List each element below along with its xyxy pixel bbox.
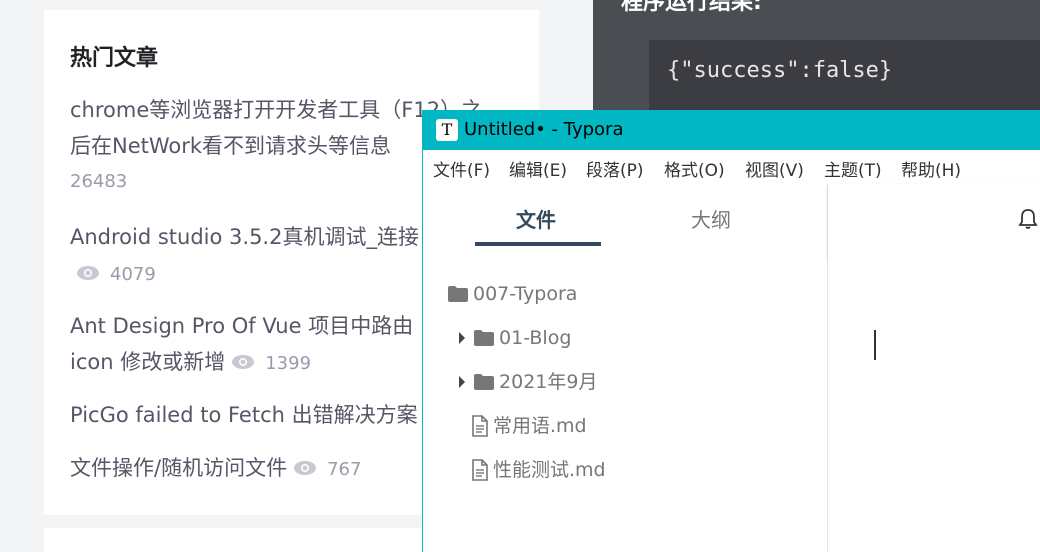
tree-label: 常用语.md bbox=[493, 414, 587, 437]
menu-paragraph[interactable]: 段落(P) bbox=[586, 156, 644, 181]
article-title-line[interactable]: icon 修改或新增 bbox=[70, 350, 225, 374]
title-bar[interactable]: T Untitled• - Typora bbox=[423, 110, 1040, 150]
file-icon bbox=[471, 414, 489, 437]
view-count: 767 bbox=[327, 459, 362, 480]
tree-label: 01-Blog bbox=[499, 326, 572, 349]
article-title-line[interactable]: 文件操作/随机访问文件 bbox=[70, 456, 287, 480]
code-result-panel: 程序运行结果: {"success":false} bbox=[593, 0, 1040, 110]
menu-bar: 文件(F) 编辑(E) 段落(P) 格式(O) 视图(V) 主题(T) 帮助(H… bbox=[423, 150, 1040, 184]
hot-articles-title: 热门文章 bbox=[70, 46, 159, 71]
tree-label: 007-Typora bbox=[473, 282, 578, 305]
tree-label: 性能测试.md bbox=[493, 458, 606, 481]
code-text: {"success":false} bbox=[667, 58, 893, 83]
caret-right-icon bbox=[457, 370, 467, 392]
eye-icon bbox=[76, 256, 100, 292]
tree-folder-root[interactable]: 007-Typora bbox=[447, 280, 577, 306]
typora-window[interactable]: T Untitled• - Typora 文件(F) 编辑(E) 段落(P) 格… bbox=[422, 110, 1040, 552]
menu-theme[interactable]: 主题(T) bbox=[824, 156, 882, 181]
tab-files[interactable]: 文件 bbox=[516, 204, 556, 233]
eye-icon bbox=[231, 345, 255, 381]
tree-file[interactable]: 性能测试.md bbox=[471, 456, 606, 482]
menu-edit[interactable]: 编辑(E) bbox=[509, 156, 567, 181]
editor-area[interactable] bbox=[828, 258, 1040, 552]
tree-folder[interactable]: 2021年9月 bbox=[457, 368, 598, 394]
typora-app-icon: T bbox=[436, 119, 458, 141]
tab-outline[interactable]: 大纲 bbox=[691, 204, 731, 233]
window-title: Untitled• - Typora bbox=[464, 119, 624, 140]
tree-file[interactable]: 常用语.md bbox=[471, 412, 587, 438]
active-tab-indicator bbox=[475, 242, 601, 246]
bell-icon[interactable] bbox=[1018, 208, 1038, 234]
menu-help[interactable]: 帮助(H) bbox=[901, 156, 961, 181]
tree-folder[interactable]: 01-Blog bbox=[457, 324, 571, 350]
menu-file[interactable]: 文件(F) bbox=[433, 156, 490, 181]
menu-view[interactable]: 视图(V) bbox=[745, 156, 804, 181]
folder-icon bbox=[447, 282, 469, 304]
eye-icon bbox=[293, 451, 317, 487]
file-sidebar: 文件 大纲 007-Typora 01-Blog 2021年9月 常用语.md … bbox=[423, 184, 828, 552]
file-icon bbox=[471, 458, 489, 481]
folder-icon bbox=[473, 370, 495, 392]
view-count: 4079 bbox=[110, 264, 156, 285]
menu-format[interactable]: 格式(O) bbox=[664, 156, 725, 181]
editor-toolbar bbox=[828, 184, 1040, 258]
code-result-heading: 程序运行结果: bbox=[621, 0, 762, 15]
folder-icon bbox=[473, 326, 495, 348]
text-caret bbox=[874, 330, 876, 360]
tree-label: 2021年9月 bbox=[499, 370, 598, 393]
view-count: 1399 bbox=[265, 353, 312, 374]
code-block: {"success":false} bbox=[649, 40, 1040, 110]
caret-right-icon bbox=[457, 326, 467, 348]
